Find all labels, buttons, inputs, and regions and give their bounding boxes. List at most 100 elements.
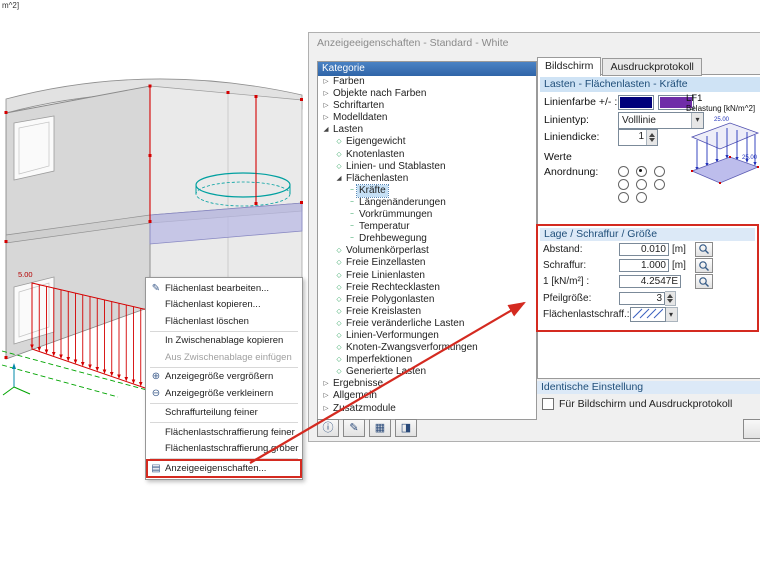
tree-item-schriftarten[interactable]: ▷Schriftarten bbox=[318, 100, 536, 112]
tree-item-freie-polygonlasten[interactable]: ◇Freie Polygonlasten bbox=[318, 294, 536, 306]
line-color-plus-swatch[interactable] bbox=[618, 95, 654, 110]
arrangement-radio-grid bbox=[618, 165, 672, 204]
tree-item-freie-einzellasten[interactable]: ◇Freie Einzellasten bbox=[318, 257, 536, 269]
tree-item-label: Eigengewicht bbox=[344, 136, 407, 148]
tree-collapsed-icon[interactable]: ▷ bbox=[321, 76, 331, 88]
tree-item-flächenlasten[interactable]: ◢Flächenlasten bbox=[318, 173, 536, 185]
arrangement-radio-1-2[interactable] bbox=[654, 179, 665, 190]
tab-ausdruckprotokoll[interactable]: Ausdruckprotokoll bbox=[602, 58, 701, 76]
tree-item-lasten[interactable]: ◢Lasten bbox=[318, 124, 536, 136]
menu-item-flächenlast-kopieren[interactable]: Flächenlast kopieren... bbox=[147, 297, 301, 314]
tree-item-ergebnisse[interactable]: ▷Ergebnisse bbox=[318, 378, 536, 390]
tree-collapsed-icon[interactable]: ▷ bbox=[321, 378, 331, 390]
identical-settings-checkbox[interactable] bbox=[542, 398, 554, 410]
tree-item-freie-rechtecklasten[interactable]: ◇Freie Rechtecklasten bbox=[318, 282, 536, 294]
spinner-buttons[interactable] bbox=[646, 130, 657, 145]
cut-off-button[interactable] bbox=[743, 419, 760, 439]
line-width-input[interactable]: 1 bbox=[618, 129, 658, 146]
tree-item-label: Freie Linienlasten bbox=[344, 270, 427, 282]
tree-bullet-icon: ◇ bbox=[334, 342, 344, 354]
arrangement-radio-0-1[interactable] bbox=[636, 166, 647, 177]
menu-item-flächenlastschraffierung-gröber[interactable]: Flächenlastschraffierung gröber bbox=[147, 441, 301, 458]
menu-item-anzeigeeigenschaften[interactable]: ▤Anzeigeeigenschaften... bbox=[147, 460, 301, 477]
dialog-toolbar: ⓘ✎▦◨ bbox=[317, 419, 417, 437]
field-input-abstand[interactable]: 0.010 bbox=[619, 243, 669, 256]
menu-item-flächenlast-bearbeiten[interactable]: ✎Flächenlast bearbeiten... bbox=[147, 280, 301, 297]
preview-image: 25.00 25.00 bbox=[686, 113, 760, 217]
arrangement-radio-0-0[interactable] bbox=[618, 166, 629, 177]
menu-item-label: Anzeigegröße verkleinern bbox=[165, 388, 273, 399]
tree-item-imperfektionen[interactable]: ◇Imperfektionen bbox=[318, 354, 536, 366]
values-label: Werte bbox=[544, 151, 572, 163]
tree-bullet-icon: − bbox=[347, 209, 357, 221]
tree-collapsed-icon[interactable]: ▷ bbox=[321, 390, 331, 402]
pick-length-button[interactable] bbox=[695, 242, 713, 257]
tree-item-modelldaten[interactable]: ▷Modelldaten bbox=[318, 112, 536, 124]
pick-length-button[interactable] bbox=[695, 258, 713, 273]
menu-item-flächenlast-löschen[interactable]: Flächenlast löschen bbox=[147, 313, 301, 330]
tree-item-objekte-nach-farben[interactable]: ▷Objekte nach Farben bbox=[318, 88, 536, 100]
tree-item-freie-linienlasten[interactable]: ◇Freie Linienlasten bbox=[318, 270, 536, 282]
tree-bullet-icon: ◇ bbox=[334, 366, 344, 378]
menu-item-anzeigegröße-vergrößern[interactable]: ⊕Anzeigegröße vergrößern bbox=[147, 369, 301, 386]
tree-bullet-icon: ◇ bbox=[334, 270, 344, 282]
tree-collapsed-icon[interactable]: ▷ bbox=[321, 88, 331, 100]
tree-item-farben[interactable]: ▷Farben bbox=[318, 76, 536, 88]
tree-item-knotenlasten[interactable]: ◇Knotenlasten bbox=[318, 149, 536, 161]
tree-item-zusatzmodule[interactable]: ▷Zusatzmodule bbox=[318, 403, 536, 415]
tree-collapsed-icon[interactable]: ▷ bbox=[321, 112, 331, 124]
tree-item-freie-veränderliche-lasten[interactable]: ◇Freie veränderliche Lasten bbox=[318, 318, 536, 330]
menu-item-anzeigegröße-verkleinern[interactable]: ⊖Anzeigegröße verkleinern bbox=[147, 385, 301, 402]
group-row-flächenlastschraff: Flächenlastschraff.:▾ bbox=[540, 307, 755, 323]
info-button[interactable]: ⓘ bbox=[317, 419, 339, 437]
field-input-1-kn-m[interactable]: 4.2547E bbox=[619, 275, 681, 288]
chevron-down-icon[interactable]: ▾ bbox=[666, 307, 678, 322]
export-button[interactable]: ◨ bbox=[395, 419, 417, 437]
tree-item-linien-und-stablasten[interactable]: ◇Linien- und Stablasten bbox=[318, 161, 536, 173]
tree-item-label: Freie veränderliche Lasten bbox=[344, 318, 466, 330]
tree-item-linien-verformungen[interactable]: ◇Linien-Verformungen bbox=[318, 330, 536, 342]
menu-item-in-zwischenablage-kopieren[interactable]: In Zwischenablage kopieren bbox=[147, 333, 301, 350]
tree-item-temperatur[interactable]: −Temperatur bbox=[318, 221, 536, 233]
tree-item-allgemein[interactable]: ▷Allgemein bbox=[318, 390, 536, 402]
field-input-schraffur[interactable]: 1.000 bbox=[619, 259, 669, 272]
arrangement-radio-0-2[interactable] bbox=[654, 166, 665, 177]
menu-item-schraffurteilung-feiner[interactable]: Schraffurteilung feiner bbox=[147, 405, 301, 422]
edit-button[interactable]: ✎ bbox=[343, 419, 365, 437]
identical-settings-header: Identische Einstellung bbox=[537, 381, 760, 394]
menu-item-aus-zwischenablage-einfügen: Aus Zwischenablage einfügen bbox=[147, 349, 301, 366]
tree-item-eigengewicht[interactable]: ◇Eigengewicht bbox=[318, 136, 536, 148]
tab-bildschirm[interactable]: Bildschirm bbox=[537, 57, 601, 76]
tree-item-drehbewegung[interactable]: −Drehbewegung bbox=[318, 233, 536, 245]
load-value-label: 5.00 bbox=[18, 270, 33, 279]
arrangement-radio-1-0[interactable] bbox=[618, 179, 629, 190]
tree-item-freie-kreislasten[interactable]: ◇Freie Kreislasten bbox=[318, 306, 536, 318]
tree-expanded-icon[interactable]: ◢ bbox=[321, 124, 331, 136]
menu-item-flächenlastschraffierung-feiner[interactable]: Flächenlastschraffierung feiner bbox=[147, 424, 301, 441]
tree-item-vorkrümmungen[interactable]: −Vorkrümmungen bbox=[318, 209, 536, 221]
tree-item-längenänderungen[interactable]: −Längenänderungen bbox=[318, 197, 536, 209]
tree-collapsed-icon[interactable]: ▷ bbox=[321, 100, 331, 112]
tree-item-knoten-zwangsverformungen[interactable]: ◇Knoten-Zwangsverformungen bbox=[318, 342, 536, 354]
arrangement-radio-1-1[interactable] bbox=[636, 179, 647, 190]
field-label: Schraffur: bbox=[543, 260, 619, 271]
pick-length-button[interactable] bbox=[695, 274, 713, 289]
menu-item-label: Flächenlast löschen bbox=[165, 316, 249, 327]
tree-item-generierte-lasten[interactable]: ◇Generierte Lasten bbox=[318, 366, 536, 378]
arrangement-radio-2-1[interactable] bbox=[636, 192, 647, 203]
units-button[interactable]: ▦ bbox=[369, 419, 391, 437]
spinner-buttons[interactable] bbox=[665, 291, 676, 306]
arrangement-radio-2-0[interactable] bbox=[618, 192, 629, 203]
menu-item-label: Flächenlastschraffierung feiner bbox=[165, 427, 295, 438]
tree-item-label: Knotenlasten bbox=[344, 149, 406, 161]
tree-item-label: Knoten-Zwangsverformungen bbox=[344, 342, 480, 354]
tree-item-kräfte[interactable]: −Kräfte bbox=[318, 185, 536, 197]
field-input-pfeilgröße[interactable]: 3 bbox=[619, 292, 665, 305]
tree-expanded-icon[interactable]: ◢ bbox=[334, 173, 344, 185]
identical-settings-group: Identische Einstellung Für Bildschirm un… bbox=[537, 381, 760, 415]
tree-item-label: Allgemein bbox=[331, 390, 379, 402]
preview-value-right: 25.00 bbox=[742, 155, 758, 161]
hatch-pattern-select[interactable] bbox=[630, 307, 666, 322]
tree-collapsed-icon[interactable]: ▷ bbox=[321, 403, 331, 415]
tree-item-volumenkörperlast[interactable]: ◇Volumenkörperlast bbox=[318, 245, 536, 257]
